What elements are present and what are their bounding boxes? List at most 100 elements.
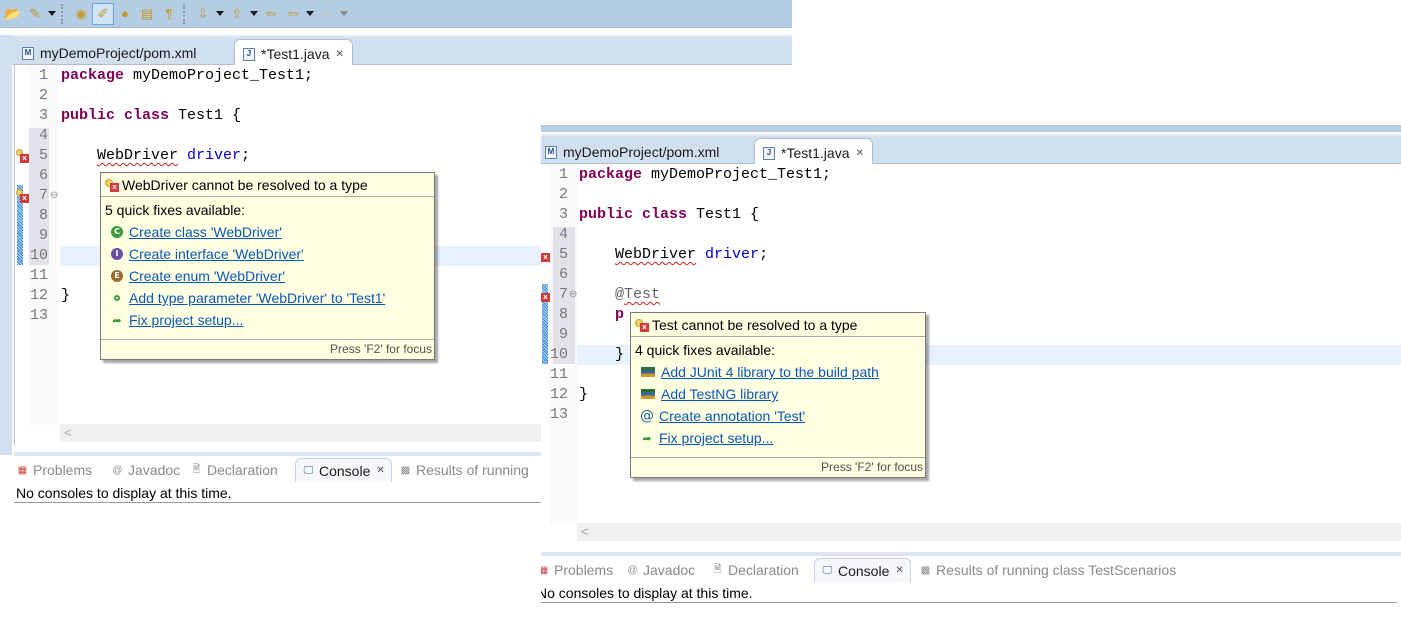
library-icon <box>641 367 655 377</box>
code-line[interactable]: package myDemoProject_Test1; <box>579 165 831 185</box>
declaration-icon: 🗎 <box>192 463 201 475</box>
view-tab-declaration[interactable]: 🗎 Declaration <box>711 558 798 582</box>
open-type-icon[interactable]: 📂 <box>2 3 24 25</box>
quick-fix-link[interactable]: Fix project setup... <box>129 312 243 328</box>
view-tab-label: Javadoc <box>643 562 696 578</box>
close-view-icon[interactable]: ✕ <box>376 465 384 476</box>
line-number: 10 <box>549 346 568 363</box>
code-line[interactable]: } <box>61 286 70 306</box>
code-line[interactable]: WebDriver driver; <box>61 146 250 166</box>
quick-fix-link[interactable]: Create annotation 'Test' <box>659 408 805 424</box>
error-icon[interactable]: x <box>541 253 550 262</box>
error-icon[interactable]: x <box>541 293 550 302</box>
quick-fix-item[interactable]: @ Create annotation 'Test' <box>631 405 925 427</box>
view-tab-results[interactable]: ▩ Results of running <box>399 458 529 482</box>
ifc-icon: I <box>111 248 123 260</box>
forward-icon[interactable]: ⇨ <box>316 3 338 25</box>
dropdown-arrow-icon[interactable] <box>248 3 260 25</box>
highlight-brush-icon[interactable]: ✐ <box>92 2 114 25</box>
quick-fix-item[interactable]: Add type parameter 'WebDriver' to 'Test1… <box>101 287 434 309</box>
quick-fix-popup: x Test cannot be resolved to a type 4 quic… <box>630 312 926 478</box>
quick-fix-item[interactable]: ➦ Fix project setup... <box>631 427 925 449</box>
error-icon[interactable]: x <box>20 154 29 163</box>
view-tab-console[interactable]: 🖵 Console ✕ <box>814 558 911 582</box>
tab-pom-xml[interactable]: M myDemoProject/pom.xml <box>14 39 204 67</box>
dot-icon <box>114 295 120 301</box>
view-tab-problems[interactable]: ▦ Problems <box>16 458 92 482</box>
fold-collapse-icon[interactable]: ⊖ <box>50 191 58 201</box>
view-tab-label: Console <box>838 562 890 579</box>
quick-fix-item[interactable]: Add TestNG library <box>631 383 925 405</box>
horizontal-scrollbar[interactable]: < <box>60 424 545 442</box>
quick-fix-link[interactable]: Add JUnit 4 library to the build path <box>661 364 879 380</box>
toggle-mark-occurrences-icon[interactable]: ◉ <box>70 3 92 25</box>
error-icon[interactable]: x <box>20 194 29 203</box>
line-number: 12 <box>549 386 568 403</box>
code-line[interactable]: } <box>579 345 624 365</box>
quick-fix-item[interactable]: I Create interface 'WebDriver' <box>101 243 434 265</box>
previous-annotation-icon[interactable]: ⇧ <box>226 3 248 25</box>
code-line[interactable]: } <box>579 385 588 405</box>
line-number: 7 <box>558 286 568 303</box>
toggle-breadcrumb-icon[interactable]: ● <box>114 3 136 25</box>
scroll-left-arrow[interactable]: < <box>581 523 589 541</box>
horizontal-scrollbar[interactable]: < <box>577 523 1401 541</box>
java-file-icon: J <box>763 146 775 160</box>
quick-fix-link[interactable]: Add TestNG library <box>661 386 778 402</box>
scroll-left-arrow[interactable]: < <box>64 424 72 442</box>
quick-fix-link[interactable]: Create interface 'WebDriver' <box>129 246 304 262</box>
main-toolbar: 📂 ✎ ◉ ✐ ● ▤ ¶ ⇩ ⇧ ⇦ ⇦ ⇨ <box>0 0 792 28</box>
tab-test1-java[interactable]: J *Test1.java ✕ <box>754 138 873 167</box>
view-tab-javadoc[interactable]: @ Javadoc <box>111 458 180 482</box>
search-icon[interactable]: ✎ <box>24 3 46 25</box>
line-number: 10 <box>29 247 48 264</box>
last-edit-location-icon[interactable]: ⇦ <box>260 3 282 25</box>
back-icon[interactable]: ⇦ <box>282 3 304 25</box>
dropdown-arrow-icon[interactable] <box>304 3 316 25</box>
quick-fix-link[interactable]: Add type parameter 'WebDriver' to 'Test1… <box>129 290 385 306</box>
tab-pom-xml[interactable]: M myDemoProject/pom.xml <box>541 138 727 166</box>
code-line[interactable]: WebDriver driver; <box>579 245 768 265</box>
quick-fix-link[interactable]: Create class 'WebDriver' <box>129 224 282 240</box>
cls-icon: C <box>111 226 123 238</box>
code-line[interactable]: p <box>579 305 624 325</box>
close-tab-icon[interactable]: ✕ <box>855 148 863 159</box>
code-line[interactable]: @Test <box>579 285 660 305</box>
show-whitespace-icon[interactable]: ¶ <box>158 3 180 25</box>
fold-collapse-icon[interactable]: ⊖ <box>569 290 577 300</box>
quick-fix-popup: x WebDriver cannot be resolved to a type 5… <box>100 172 435 360</box>
dropdown-arrow-icon[interactable] <box>338 3 350 25</box>
close-view-icon[interactable]: ✕ <box>895 565 903 576</box>
view-tab-label: Declaration <box>207 462 278 478</box>
tab-test1-java[interactable]: J *Test1.java ✕ <box>234 39 353 68</box>
line-number: 7 <box>38 187 48 204</box>
next-annotation-icon[interactable]: ⇩ <box>192 3 214 25</box>
popup-title-row: x WebDriver cannot be resolved to a type <box>101 173 434 197</box>
quick-fix-item[interactable]: ➦ Fix project setup... <box>101 309 434 331</box>
view-tab-problems[interactable]: ▦ Problems <box>541 558 613 582</box>
view-tab-declaration[interactable]: 🗎 Declaration <box>190 458 278 482</box>
dropdown-arrow-icon[interactable] <box>46 3 58 25</box>
tab-label: *Test1.java <box>781 145 850 161</box>
popup-title-row: x Test cannot be resolved to a type <box>631 313 925 337</box>
popup-footer: Press 'F2' for focus <box>101 339 434 359</box>
line-number: 6 <box>38 167 48 184</box>
line-number: 1 <box>558 166 568 183</box>
close-tab-icon[interactable]: ✕ <box>335 49 343 60</box>
view-tab-console[interactable]: 🖵 Console ✕ <box>295 458 392 482</box>
view-tab-javadoc[interactable]: @ Javadoc <box>626 558 695 582</box>
dropdown-arrow-icon[interactable] <box>214 3 226 25</box>
code-line[interactable]: public class Test1 { <box>579 205 759 225</box>
block-selection-icon[interactable]: ▤ <box>136 3 158 25</box>
view-tab-results[interactable]: ▩ Results of running class TestScenarios <box>919 558 1176 582</box>
quick-fix-item[interactable]: E Create enum 'WebDriver' <box>101 265 434 287</box>
quick-fix-link[interactable]: Fix project setup... <box>659 430 773 446</box>
error-lightbulb-icon: x <box>105 178 119 192</box>
quick-fix-item[interactable]: Add JUnit 4 library to the build path <box>631 361 925 383</box>
code-line[interactable]: package myDemoProject_Test1; <box>61 66 313 86</box>
code-line[interactable]: public class Test1 { <box>61 106 241 126</box>
quick-fix-link[interactable]: Create enum 'WebDriver' <box>129 268 285 284</box>
declaration-icon: 🗎 <box>713 563 722 575</box>
quick-fix-item[interactable]: C Create class 'WebDriver' <box>101 221 434 243</box>
line-number: 2 <box>558 186 568 203</box>
